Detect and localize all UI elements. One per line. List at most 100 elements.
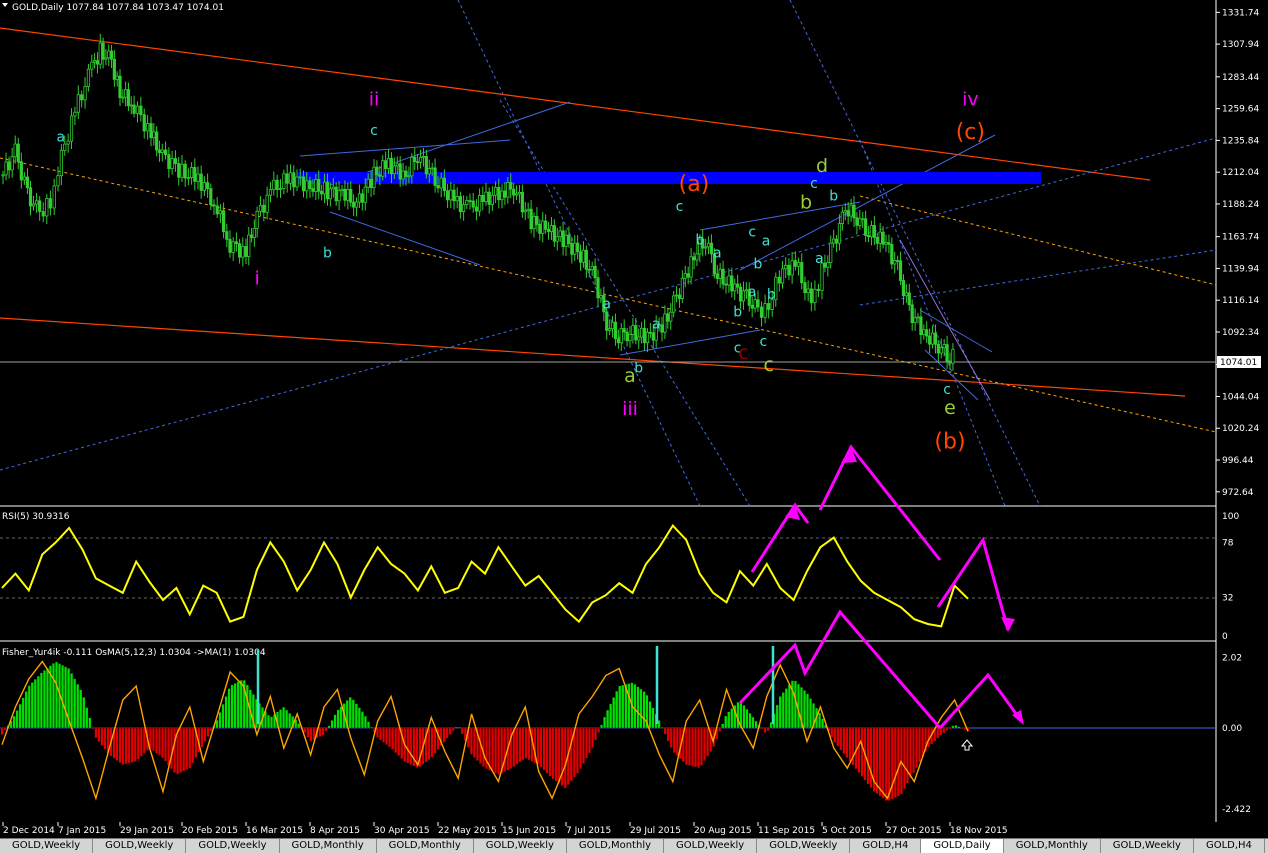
osma-bar — [718, 727, 722, 732]
candle-body — [52, 185, 56, 209]
candle-body — [262, 204, 266, 213]
osma-bar — [751, 716, 755, 729]
osma-bar — [376, 727, 379, 738]
osma-bar — [948, 727, 952, 730]
date-tick-label: 18 Nov 2015 — [950, 826, 1008, 836]
osma-bar — [627, 683, 631, 729]
osma-bar — [963, 727, 967, 730]
candle-body — [916, 316, 920, 319]
candle-body — [366, 178, 370, 188]
chart-tab[interactable]: GOLD,Weekly — [93, 839, 187, 853]
wave-label: c — [738, 342, 748, 364]
candle-body — [689, 256, 693, 278]
candle-body — [56, 175, 60, 187]
osma-bar — [142, 727, 146, 754]
candle-body — [784, 264, 788, 270]
osma-bar — [742, 705, 746, 729]
candle-body — [777, 276, 781, 284]
osma-bar — [518, 727, 522, 763]
osma-bar — [239, 680, 243, 729]
chart-tab[interactable]: GOLD,Weekly — [664, 839, 758, 853]
osma-bar — [472, 727, 476, 758]
wave-label: a — [815, 251, 824, 267]
candle-body — [252, 227, 256, 238]
candle-body — [500, 190, 504, 201]
candle-body — [407, 175, 411, 178]
osma-bar — [588, 727, 591, 754]
chart-tab[interactable]: GOLD,Monthly — [376, 839, 474, 853]
candle-body — [951, 348, 955, 364]
chart-tab[interactable]: GOLD,Weekly — [473, 839, 567, 853]
candle-body — [875, 237, 879, 244]
candle-body — [715, 273, 719, 279]
osma-bar — [615, 690, 619, 729]
osma-bar — [621, 684, 625, 729]
candle-body — [512, 188, 516, 196]
osma-bar — [121, 727, 125, 765]
wave-label: iii — [622, 398, 638, 420]
date-tick-label: 20 Aug 2015 — [694, 826, 752, 836]
osma-bar — [760, 727, 764, 730]
osma-bar — [154, 727, 158, 754]
chart-tab[interactable]: GOLD,Weekly — [186, 839, 280, 853]
candle-body — [430, 167, 434, 170]
rsi-tick-label: 100 — [1222, 512, 1239, 522]
osma-bar — [663, 727, 667, 735]
osma-bar — [330, 720, 334, 729]
osma-bar — [687, 727, 691, 766]
chart-tab[interactable]: GOLD,H4 — [850, 839, 922, 853]
candle-body — [424, 155, 428, 175]
osma-bar — [136, 727, 140, 760]
candle-body — [16, 143, 20, 163]
chart-tab[interactable]: GOLD,Daily — [921, 839, 1004, 853]
candle-body — [520, 192, 524, 213]
wave-label: a — [762, 234, 771, 250]
candle-body — [241, 246, 245, 258]
osma-bar — [36, 675, 40, 729]
chart-tab[interactable]: GOLD,Weekly — [1100, 839, 1194, 853]
osma-bar — [24, 691, 28, 729]
candle-body — [893, 260, 897, 265]
osma-bar — [778, 696, 782, 729]
chart-tab[interactable]: GOLD,Monthly — [566, 839, 665, 853]
osma-bar — [494, 727, 498, 774]
osma-bar — [324, 727, 328, 732]
chart-tab[interactable]: GOLD,Weekly — [0, 839, 94, 853]
osma-bar — [936, 727, 940, 739]
candle-body — [196, 173, 200, 182]
candle-body — [763, 303, 767, 318]
osma-bar — [675, 727, 679, 757]
candle-body — [605, 311, 609, 331]
candle-body — [796, 262, 801, 267]
candle-body — [625, 331, 629, 342]
osma-title: Fisher_Yur4ik -0.111 OsMA(5,12,3) 1.0304… — [2, 648, 266, 658]
chart-tab[interactable]: GOLD,Monthly — [1003, 839, 1101, 853]
candle-body — [869, 225, 874, 238]
osma-bar — [97, 727, 101, 742]
osma-bar — [918, 727, 921, 763]
osma-bar — [409, 727, 413, 765]
candle-body — [160, 149, 164, 153]
price-tick-label: 1020.24 — [1222, 424, 1259, 434]
osma-bar — [318, 727, 322, 737]
chart-tab[interactable]: GOLD,Monthly — [279, 839, 377, 853]
chart-tab[interactable]: GOLD,Weekly — [757, 839, 851, 853]
osma-bar — [939, 727, 943, 736]
candle-body — [846, 210, 850, 217]
candle-body — [173, 158, 178, 164]
candle-body — [442, 177, 447, 192]
osma-bar — [433, 727, 437, 754]
chart-tab[interactable]: GOLD,H4 — [1193, 839, 1265, 853]
osma-bar — [575, 727, 579, 774]
candle-body — [790, 260, 794, 276]
rsi-tick-label: 78 — [1222, 538, 1234, 548]
wave-label: c — [676, 199, 684, 215]
osma-bar — [321, 727, 325, 736]
candle-body — [369, 178, 373, 189]
candle-body — [872, 225, 876, 238]
price-tick-label: 1044.04 — [1222, 392, 1259, 402]
osma-bar — [227, 688, 231, 729]
candle-body — [167, 154, 171, 169]
osma-bar — [52, 663, 55, 729]
candle-body — [221, 210, 226, 233]
